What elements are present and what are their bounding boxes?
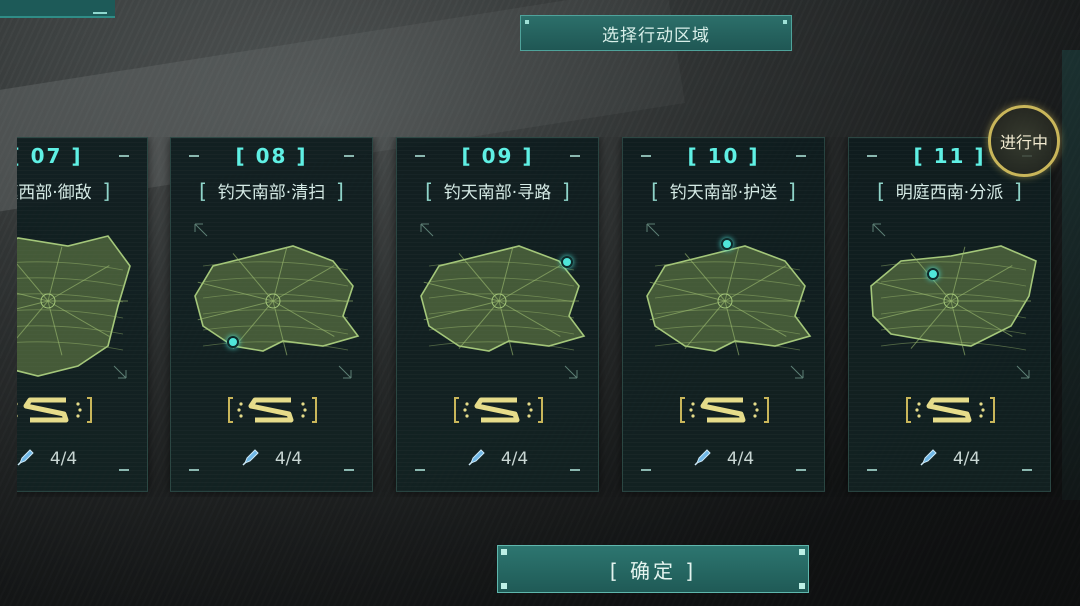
region-number: [ 09 ] xyxy=(461,144,534,168)
pen-icon xyxy=(241,446,261,471)
region-name: [ 明庭西南·分派 ] xyxy=(877,179,1022,203)
region-name: [ 钓天南部·清扫 ] xyxy=(199,179,344,203)
progress-value: 4/4 xyxy=(500,448,529,469)
top-left-tab[interactable] xyxy=(0,0,115,18)
region-name: [ 钓天南部·寻路 ] xyxy=(425,179,570,203)
region-number: [ 10 ] xyxy=(687,144,760,168)
region-card-list: [ 07 ] [ 庭西部·御敌 ] 4/4 xyxy=(17,137,1062,497)
region-progress: 4/4 xyxy=(849,446,1050,471)
region-card-08[interactable]: [ 08 ] [ 钓天南部·清扫 ] 4/4 xyxy=(170,137,373,492)
region-map xyxy=(635,216,815,386)
rank-emblem-icon xyxy=(849,390,1050,430)
pen-icon xyxy=(693,446,713,471)
region-map xyxy=(17,216,138,386)
pen-icon xyxy=(467,446,487,471)
pen-icon xyxy=(17,446,36,471)
location-marker-icon xyxy=(561,256,573,268)
progress-value: 4/4 xyxy=(726,448,755,469)
scroll-edge xyxy=(1062,50,1080,500)
region-card-09[interactable]: [ 09 ] [ 钓天南部·寻路 ] 4/4 xyxy=(396,137,599,492)
rank-emblem-icon xyxy=(17,390,147,430)
location-marker-icon xyxy=(227,336,239,348)
region-progress: 4/4 xyxy=(171,446,372,471)
region-number: [ 07 ] xyxy=(17,144,83,168)
region-card-10[interactable]: [ 10 ] [ 钓天南部·护送 ] 4/4 xyxy=(622,137,825,492)
region-name: [ 庭西部·御敌 ] xyxy=(17,179,111,203)
pen-icon xyxy=(919,446,939,471)
rank-emblem-icon xyxy=(623,390,824,430)
region-name: [ 钓天南部·护送 ] xyxy=(651,179,796,203)
progress-value: 4/4 xyxy=(274,448,303,469)
region-card-11[interactable]: [ 11 ] [ 明庭西南·分派 ] 4/4 xyxy=(848,137,1051,492)
status-badge: 进行中 xyxy=(988,105,1060,177)
confirm-button[interactable]: [ 确定 ] xyxy=(497,545,809,593)
region-progress: 4/4 xyxy=(17,446,147,471)
confirm-label: [ 确定 ] xyxy=(609,558,697,583)
progress-value: 4/4 xyxy=(952,448,981,469)
progress-value: 4/4 xyxy=(49,448,78,469)
region-progress: 4/4 xyxy=(397,446,598,471)
rank-emblem-icon xyxy=(171,390,372,430)
rank-emblem-icon xyxy=(397,390,598,430)
region-map xyxy=(409,216,589,386)
page-title-bar: 选择行动区域 xyxy=(520,15,792,51)
status-badge-label: 进行中 xyxy=(999,133,1048,152)
region-map xyxy=(183,216,363,386)
location-marker-icon xyxy=(721,238,733,250)
region-card-07[interactable]: [ 07 ] [ 庭西部·御敌 ] 4/4 xyxy=(17,137,148,492)
region-progress: 4/4 xyxy=(623,446,824,471)
location-marker-icon xyxy=(927,268,939,280)
page-title: 选择行动区域 xyxy=(602,25,710,46)
region-map xyxy=(861,216,1041,386)
region-number: [ 08 ] xyxy=(235,144,308,168)
